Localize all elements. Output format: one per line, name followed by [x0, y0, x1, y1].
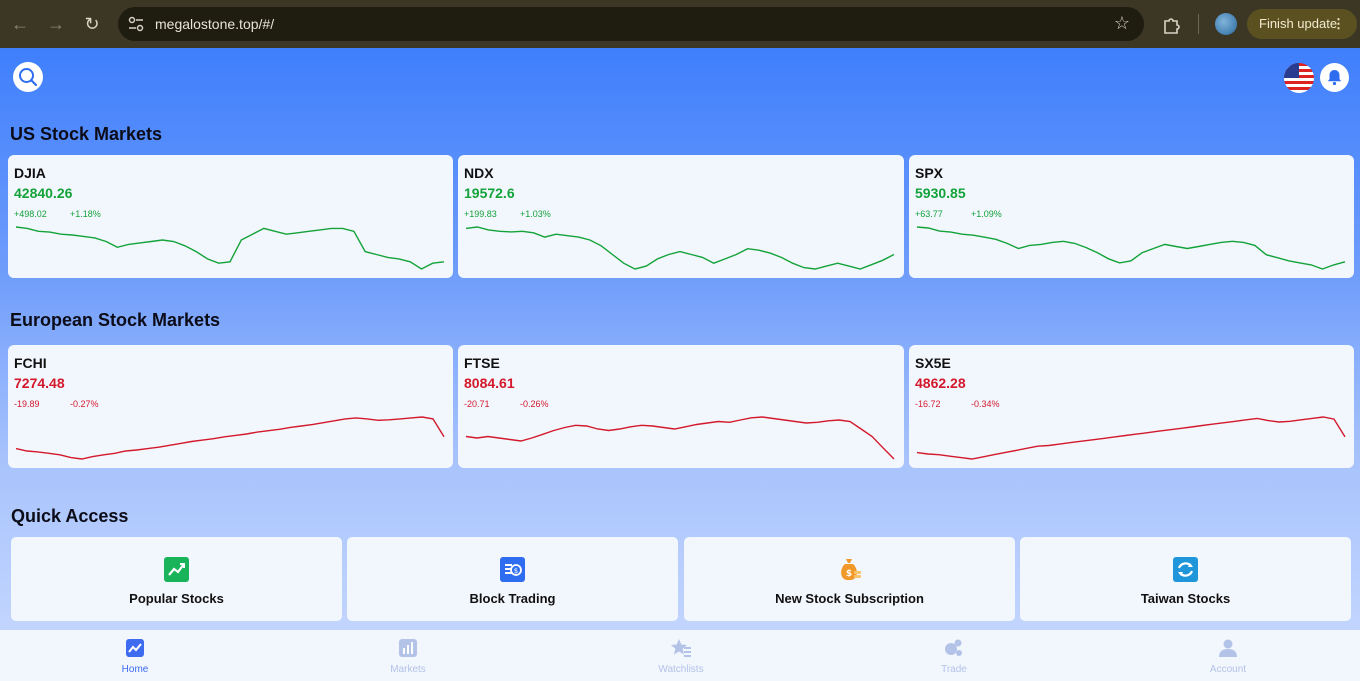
- sparkline-chart: [15, 226, 445, 270]
- search-button[interactable]: [13, 62, 43, 92]
- bookmark-star-icon[interactable]: ☆: [1114, 13, 1130, 34]
- taiwan-exchange-icon: [1173, 557, 1198, 582]
- market-price: 8084.61: [464, 375, 515, 391]
- markets-icon: [399, 639, 417, 657]
- market-symbol: SPX: [915, 165, 944, 181]
- reload-icon[interactable]: ↻: [81, 13, 103, 35]
- flag-canton: [1284, 63, 1299, 78]
- tab-label: Watchlists: [658, 664, 704, 675]
- trending-chart-icon: [164, 557, 189, 582]
- market-card-sx5e[interactable]: SX5E 4862.28 -16.72 -0.34%: [909, 345, 1354, 468]
- sparkline-series: [465, 226, 895, 270]
- bottom-tab-bar: Home Markets Watchlists Trade Account: [0, 630, 1360, 681]
- app-page: US Stock Markets European Stock Markets …: [0, 48, 1360, 681]
- market-symbol: SX5E: [915, 355, 951, 371]
- forward-arrow-icon[interactable]: →: [45, 13, 67, 35]
- market-symbol: FTSE: [464, 355, 500, 371]
- market-change-percent: -0.27%: [70, 399, 99, 409]
- sparkline-series: [916, 416, 1346, 460]
- market-card-spx[interactable]: SPX 5930.85 +63.77 +1.09%: [909, 155, 1354, 278]
- finish-update-label: Finish update: [1259, 16, 1338, 31]
- quick-access-label: Taiwan Stocks: [1140, 591, 1231, 606]
- market-change-percent: +1.18%: [70, 209, 101, 219]
- finish-update-button[interactable]: Finish update ⋮: [1247, 9, 1357, 39]
- quick-access-label: Popular Stocks: [129, 591, 224, 606]
- account-icon: [1219, 639, 1237, 657]
- bell-icon: [1327, 70, 1342, 86]
- trade-icon: [945, 639, 962, 656]
- market-card-ftse[interactable]: FTSE 8084.61 -20.71 -0.26%: [458, 345, 904, 468]
- market-card-ndx[interactable]: NDX 19572.6 +199.83 +1.03%: [458, 155, 904, 278]
- us-flag-language-button[interactable]: [1284, 63, 1314, 93]
- market-change: +498.02: [14, 209, 47, 219]
- sparkline-chart: [916, 416, 1346, 460]
- notifications-button[interactable]: [1320, 63, 1349, 92]
- market-price: 4862.28: [915, 375, 966, 391]
- quick-access-taiwan-stocks[interactable]: Taiwan Stocks: [1020, 537, 1351, 621]
- market-symbol: FCHI: [14, 355, 47, 371]
- tab-label: Markets: [390, 664, 426, 675]
- browser-toolbar: ← → ↻ megalostone.top/#/ ☆ Finish update…: [0, 0, 1360, 48]
- market-price: 42840.26: [14, 185, 73, 201]
- market-change: -19.89: [14, 399, 40, 409]
- sparkline-chart: [465, 416, 895, 460]
- market-change: -20.71: [464, 399, 490, 409]
- market-price: 5930.85: [915, 185, 966, 201]
- sparkline-series: [916, 226, 1346, 270]
- market-symbol: DJIA: [14, 165, 46, 181]
- search-icon: [19, 68, 38, 87]
- tab-account[interactable]: Account: [1168, 630, 1288, 681]
- svg-text:$: $: [514, 567, 518, 575]
- market-change: +63.77: [915, 209, 943, 219]
- quick-access-new-stock-subscription[interactable]: $ New Stock Subscription: [684, 537, 1015, 621]
- extensions-icon[interactable]: [1161, 13, 1183, 35]
- sparkline-chart: [916, 226, 1346, 270]
- tab-watchlists[interactable]: Watchlists: [621, 630, 741, 681]
- us-markets-title: US Stock Markets: [10, 124, 163, 144]
- quick-access-popular-stocks[interactable]: Popular Stocks: [11, 537, 342, 621]
- sparkline-chart: [15, 416, 445, 460]
- watchlist-star-icon: [671, 639, 691, 657]
- sparkline-series: [15, 416, 445, 460]
- sparkline-series: [465, 416, 895, 460]
- market-card-djia[interactable]: DJIA 42840.26 +498.02 +1.18%: [8, 155, 453, 278]
- tab-label: Account: [1209, 664, 1247, 675]
- market-card-fchi[interactable]: FCHI 7274.48 -19.89 -0.27%: [8, 345, 453, 468]
- market-price: 19572.6: [464, 185, 515, 201]
- url-text[interactable]: megalostone.top/#/: [155, 16, 274, 32]
- market-change-percent: -0.26%: [520, 399, 549, 409]
- market-symbol: NDX: [464, 165, 494, 181]
- profile-avatar[interactable]: [1215, 13, 1237, 35]
- site-settings-icon[interactable]: [127, 15, 145, 33]
- address-bar[interactable]: megalostone.top/#/ ☆: [118, 7, 1144, 41]
- back-arrow-icon[interactable]: ←: [9, 13, 31, 35]
- svg-text:$: $: [846, 569, 852, 579]
- block-trading-icon: $: [500, 557, 525, 582]
- tab-trade[interactable]: Trade: [894, 630, 1014, 681]
- tab-label: Home: [121, 664, 149, 675]
- quick-access-label: New Stock Subscription: [775, 591, 924, 606]
- quick-access-title: Quick Access: [11, 506, 129, 526]
- more-menu-icon[interactable]: ⋮: [1332, 9, 1345, 39]
- tab-home[interactable]: Home: [75, 630, 195, 681]
- home-chart-icon: [126, 639, 144, 657]
- tab-label: Trade: [941, 664, 967, 675]
- quick-access-label: Block Trading: [469, 591, 556, 606]
- market-change-percent: +1.03%: [520, 209, 551, 219]
- quick-access-block-trading[interactable]: $ Block Trading: [347, 537, 678, 621]
- money-bag-icon: $: [841, 559, 861, 580]
- toolbar-divider: [1198, 14, 1199, 34]
- sparkline-series: [15, 226, 445, 270]
- market-change-percent: -0.34%: [971, 399, 1000, 409]
- tab-markets[interactable]: Markets: [348, 630, 468, 681]
- eu-markets-title: European Stock Markets: [10, 310, 221, 330]
- sparkline-chart: [465, 226, 895, 270]
- market-change: +199.83: [464, 209, 497, 219]
- market-change-percent: +1.09%: [971, 209, 1002, 219]
- market-change: -16.72: [915, 399, 941, 409]
- market-price: 7274.48: [14, 375, 65, 391]
